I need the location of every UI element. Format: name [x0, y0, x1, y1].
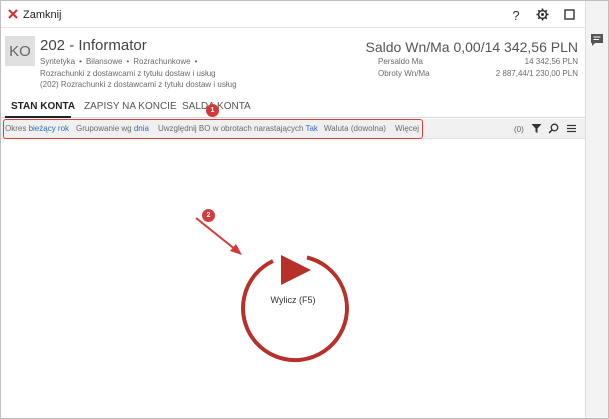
close-label[interactable]: Zamknij [23, 9, 62, 21]
menu-icon[interactable] [566, 123, 577, 134]
search-icon[interactable] [548, 123, 559, 134]
filter-highlight-outline [3, 119, 423, 139]
tab-bar: STAN KONTA ZAPISY NA KONCIE SALDA KONTA [1, 96, 585, 118]
account-header: KO 202 - Informator Syntetyka • Bilansowe •… [1, 29, 585, 95]
title-bar: Zamknij ? ✕ [1, 1, 585, 28]
persaldo-value: 14 342,56 PLN [524, 57, 578, 66]
tag-syntetyka: Syntetyka [40, 57, 76, 66]
obroty-value: 2 887,44/1 230,00 PLN [495, 69, 578, 78]
tag-rozrachunkowe: Rozrachunkowe [133, 57, 191, 66]
calculate-button-label[interactable]: Wylicz (F5) [237, 295, 349, 305]
active-tab-indicator [5, 116, 71, 118]
gear-icon[interactable] [536, 8, 549, 21]
saldo-summary: Saldo Wn/Ma 0,00/14 342,56 PLN [365, 39, 578, 55]
tag-separator: • [79, 57, 82, 66]
tab-stan-konta[interactable]: STAN KONTA [11, 101, 75, 112]
tag-separator: • [126, 57, 130, 66]
account-title: 202 - Informator [40, 37, 147, 54]
persaldo-label: Persaldo Ma [378, 57, 423, 66]
account-description: Rozrachunki z dostawcami z tytułu dostaw… [40, 69, 216, 78]
tag-bilansowe: Bilansowe [85, 57, 123, 66]
help-icon[interactable]: ? [508, 7, 524, 23]
account-full-name: (202) Rozrachunki z dostawcami z tytułu … [40, 80, 237, 89]
obroty-label: Obroty Wn/Ma [378, 69, 430, 78]
account-tags: Syntetyka • Bilansowe • Rozrachunkowe • [40, 57, 201, 66]
filter-icon[interactable] [531, 123, 542, 134]
close-x-icon[interactable] [7, 8, 19, 20]
right-sidebar [585, 1, 608, 418]
filter-count: (0) [514, 125, 524, 134]
tag-separator: • [194, 57, 198, 66]
comment-icon[interactable] [590, 33, 604, 47]
annotation-marker-1: 1 [206, 104, 219, 117]
maximize-icon[interactable] [564, 9, 575, 20]
tab-zapisy-na-koncie[interactable]: ZAPISY NA KONCIE [84, 101, 177, 112]
annotation-arrow-icon [195, 217, 242, 255]
account-badge: KO [5, 36, 35, 66]
calculate-button[interactable] [237, 253, 349, 365]
